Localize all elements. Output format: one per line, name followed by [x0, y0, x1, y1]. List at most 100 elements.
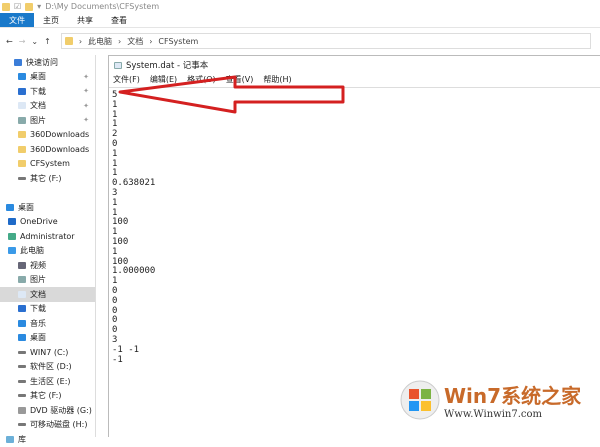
text-line: 100 — [112, 217, 129, 228]
picture-icon — [18, 276, 26, 284]
sidebar-item[interactable]: 其它 (F:) — [0, 389, 95, 404]
navigation-pane: 快速访问 桌面 ✦ 下载 ✦ 文档 ✦ 图片 ✦ 360Downloads 360Downloads… — [0, 55, 96, 444]
back-icon[interactable]: ← — [6, 37, 13, 46]
dvd-icon — [18, 406, 26, 414]
text-line: 1 — [112, 197, 118, 208]
sidebar-item-label: 快速访问 — [26, 57, 58, 67]
sidebar-item-label: 软件区 (D:) — [30, 362, 72, 372]
up-icon[interactable]: ↑ — [44, 37, 51, 46]
sidebar-item[interactable]: 图片 ✦ — [0, 113, 95, 128]
text-line: 1 — [112, 246, 118, 257]
title-bar: ☑ ▾ D:\My Documents\CFSystem — [0, 0, 600, 13]
video-icon — [18, 261, 26, 269]
text-line: 1 — [112, 227, 118, 238]
sidebar-item-label: 生活区 (E:) — [30, 376, 71, 386]
text-line: 1 — [112, 207, 118, 218]
quick-access-dropdown-icon[interactable]: ▾ — [37, 2, 41, 11]
sidebar-item[interactable]: 其它 (F:) — [0, 171, 95, 186]
sidebar-item[interactable]: 图片 — [0, 273, 95, 288]
text-line: 0 — [112, 315, 118, 326]
sidebar-item[interactable]: 音乐 — [0, 316, 95, 331]
red-arrow-annotation — [118, 75, 345, 114]
breadcrumb-item[interactable]: 文档 — [127, 36, 143, 47]
sidebar-item-label: WIN7 (C:) — [30, 347, 69, 357]
sidebar-item[interactable]: 快速访问 — [0, 55, 95, 70]
sidebar-item[interactable]: DVD 驱动器 (G:) — [0, 403, 95, 418]
sidebar-item-label: OneDrive — [20, 217, 58, 227]
properties-icon[interactable]: ☑ — [14, 2, 21, 11]
sidebar-item[interactable]: 文档 ✦ — [0, 99, 95, 114]
sidebar-item[interactable]: 生活区 (E:) — [0, 374, 95, 389]
pin-icon[interactable]: ✦ — [83, 73, 89, 81]
folder-icon — [2, 2, 10, 11]
sidebar-item-label: 视频 — [30, 260, 46, 270]
pin-icon[interactable]: ✦ — [83, 116, 89, 124]
sidebar-item-label: 其它 (F:) — [30, 391, 62, 401]
breadcrumb-item[interactable]: 此电脑 — [88, 36, 112, 47]
text-line: 3 — [112, 334, 118, 345]
drive-icon — [18, 350, 26, 354]
sidebar-item[interactable]: 360Downloads — [0, 142, 95, 157]
sidebar-item-label: DVD 驱动器 (G:) — [30, 405, 92, 415]
sidebar-item[interactable]: 文档 — [0, 287, 95, 302]
document-icon — [18, 102, 26, 110]
sidebar-item[interactable]: Administrator — [0, 229, 95, 244]
sidebar-item[interactable]: 软件区 (D:) — [0, 360, 95, 375]
pin-icon[interactable]: ✦ — [83, 102, 89, 110]
recent-dropdown-icon[interactable]: ⌄ — [31, 37, 38, 46]
folder-icon — [64, 37, 73, 45]
sidebar-item-label: 360Downloads — [30, 144, 90, 154]
sidebar-item-label: Administrator — [20, 231, 75, 241]
sidebar-item[interactable]: 此电脑 — [0, 244, 95, 259]
document-icon — [18, 290, 26, 298]
text-line: 100 — [112, 256, 129, 267]
pin-icon[interactable]: ✦ — [83, 87, 89, 95]
sidebar-item[interactable]: OneDrive — [0, 215, 95, 230]
sidebar-item[interactable]: 库 — [0, 432, 95, 447]
tab-file[interactable]: 文件 — [0, 13, 34, 27]
sidebar-item[interactable]: WIN7 (C:) — [0, 345, 95, 360]
drive-icon — [18, 394, 26, 398]
sidebar-item-label: 下载 — [30, 86, 46, 96]
drive-icon — [18, 365, 26, 369]
text-line: 0 — [112, 305, 118, 316]
sidebar-item[interactable]: 桌面 — [0, 200, 95, 215]
sidebar-item-label: 文档 — [30, 289, 46, 299]
notepad-title-bar: System.dat - 记事本 — [109, 56, 600, 74]
sidebar-item-label: CFSystem — [30, 159, 70, 169]
tab-home[interactable]: 主页 — [34, 13, 68, 27]
sidebar-item-label: 图片 — [30, 275, 46, 285]
tab-view[interactable]: 查看 — [102, 13, 136, 27]
notepad-text-area[interactable]: 5 1 1 1 2 0 1 1 1 0.638021 3 1 1 100 1 100 1 100 1.000000 1… — [109, 88, 600, 368]
sidebar-item-label: 此电脑 — [20, 246, 44, 256]
sidebar-item[interactable]: CFSystem — [0, 157, 95, 172]
text-line: -1 — [112, 354, 123, 365]
address-bar[interactable]: › 此电脑 › 文档 › CFSystem — [60, 33, 591, 49]
sidebar-item-label: 下载 — [30, 304, 46, 314]
sidebar-item[interactable]: 桌面 — [0, 331, 95, 346]
breadcrumb-item[interactable]: CFSystem — [158, 37, 198, 46]
text-line: 3 — [112, 187, 118, 198]
download-icon — [18, 87, 26, 95]
forward-icon[interactable]: → — [19, 37, 26, 46]
watermark-url: Www.Winwin7.com — [444, 409, 542, 420]
windows-logo-icon — [400, 380, 440, 420]
sidebar-item[interactable]: 视频 — [0, 258, 95, 273]
sidebar-item[interactable]: 下载 ✦ — [0, 84, 95, 99]
new-folder-icon[interactable] — [25, 2, 34, 11]
sidebar-item[interactable]: 下载 — [0, 302, 95, 317]
picture-icon — [18, 116, 26, 124]
text-line: 1 — [112, 158, 118, 169]
sidebar-item-label: 文档 — [30, 101, 46, 111]
star-icon — [14, 58, 22, 66]
sidebar-item-label: 库 — [18, 434, 26, 444]
sidebar-item[interactable]: 可移动磁盘 (H:) — [0, 418, 95, 433]
folder-icon — [18, 160, 26, 168]
sidebar-item[interactable]: 桌面 ✦ — [0, 70, 95, 85]
text-line: 100 — [112, 236, 129, 247]
sidebar-item-label: 可移动磁盘 (H:) — [30, 420, 88, 430]
sidebar-item[interactable]: 360Downloads — [0, 128, 95, 143]
tab-share[interactable]: 共享 — [68, 13, 102, 27]
sidebar-item — [0, 186, 95, 201]
download-icon — [18, 305, 26, 313]
